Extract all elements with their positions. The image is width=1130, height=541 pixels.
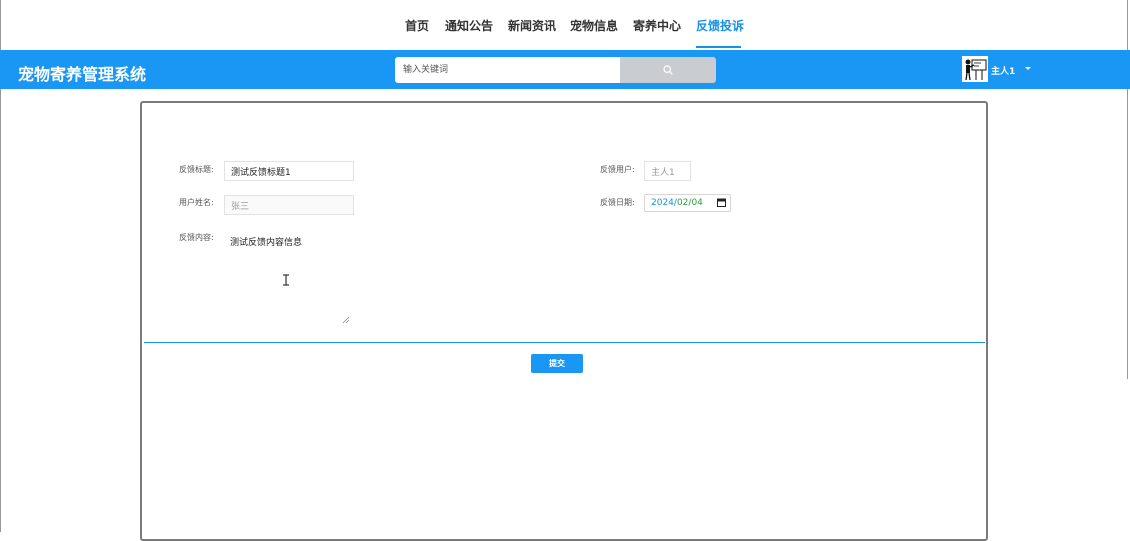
nav-news[interactable]: 新闻资讯 <box>508 17 556 34</box>
title-label: 反馈标题: <box>179 165 214 174</box>
feedback-date-input[interactable]: 2024/02/04 <box>644 194 731 212</box>
site-title: 宠物寄养管理系统 <box>18 65 147 84</box>
calendar-icon[interactable] <box>717 198 726 207</box>
date-year: 2024 <box>651 198 674 208</box>
feedback-user-field <box>644 161 691 181</box>
nav-boarding-center[interactable]: 寄养中心 <box>633 17 681 34</box>
user-menu-name[interactable]: 主人1 <box>991 64 1015 77</box>
resize-handle-icon[interactable] <box>342 316 350 324</box>
nav-home[interactable]: 首页 <box>405 17 429 34</box>
user-avatar-icon <box>965 59 987 81</box>
window-edge-right <box>1127 0 1128 50</box>
date-day: 04 <box>691 198 703 208</box>
nav-pet-info[interactable]: 宠物信息 <box>570 17 618 34</box>
feedback-user-label: 反馈用户: <box>600 165 635 174</box>
top-navigation: 首页 通知公告 新闻资讯 宠物信息 寄养中心 反馈投诉 <box>0 0 1130 50</box>
feedback-date-label: 反馈日期: <box>600 198 635 207</box>
date-month: 02 <box>676 198 689 208</box>
search-icon <box>663 65 673 75</box>
nav-announcements[interactable]: 通知公告 <box>445 17 493 34</box>
caret-down-icon[interactable] <box>1025 67 1031 70</box>
nav-feedback[interactable]: 反馈投诉 <box>696 17 744 34</box>
text-cursor-icon <box>283 274 289 286</box>
search-input[interactable] <box>395 57 620 83</box>
submit-button[interactable]: 提交 <box>531 354 583 373</box>
search-button[interactable] <box>620 57 716 83</box>
window-edge-right-lower <box>1127 89 1128 379</box>
nav-active-indicator <box>696 46 741 48</box>
content-label: 反馈内容: <box>179 233 214 242</box>
window-edge-left-lower <box>0 89 1 532</box>
user-name-field <box>224 195 354 215</box>
header-bar: 宠物寄养管理系统 主人1 <box>0 50 1130 89</box>
user-name-label: 用户姓名: <box>179 198 214 207</box>
window-edge-left <box>0 0 1 50</box>
form-divider <box>144 342 985 343</box>
title-input[interactable] <box>224 161 354 181</box>
avatar[interactable] <box>962 56 988 82</box>
